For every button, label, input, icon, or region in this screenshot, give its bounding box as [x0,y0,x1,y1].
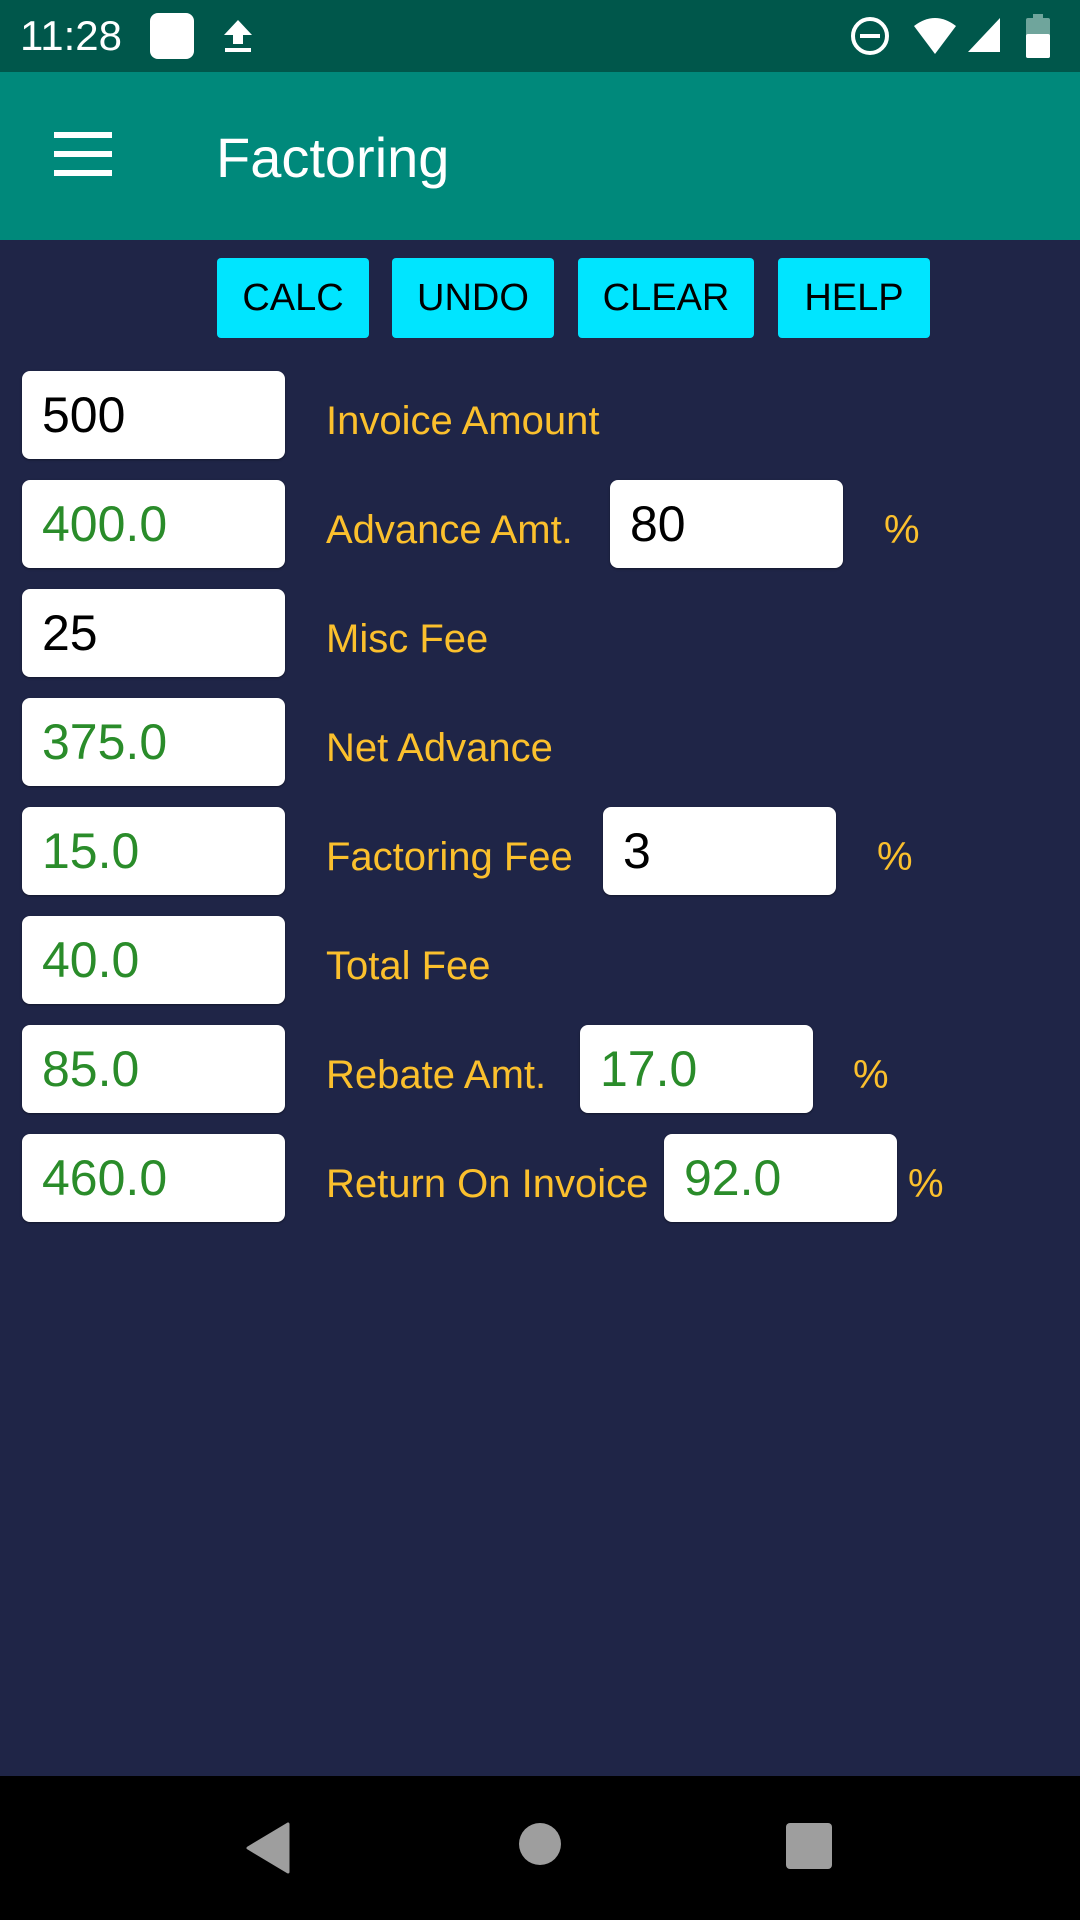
return-percent-field[interactable]: 92.0 [664,1134,897,1222]
advance-amount-label: Advance Amt. [326,508,573,552]
total-fee-label: Total Fee [326,944,491,988]
home-icon[interactable] [518,1822,562,1866]
cell-signal-icon [968,18,1000,52]
do-not-disturb-icon [851,17,889,55]
invoice-amount-label: Invoice Amount [326,399,600,443]
net-advance-label: Net Advance [326,726,553,770]
status-time: 11:28 [20,12,122,59]
upload-icon [224,20,252,52]
total-fee-field[interactable]: 40.0 [22,916,285,1004]
wifi-icon [914,18,956,54]
factoring-fee-percent-sign: % [877,835,913,879]
rebate-amount-label: Rebate Amt. [326,1053,547,1097]
hamburger-menu-icon[interactable] [54,132,112,176]
advance-percent-sign: % [884,508,920,552]
factoring-fee-label: Factoring Fee [326,835,573,879]
factoring-fee-percent-field[interactable]: 3 [603,807,836,895]
misc-fee-label: Misc Fee [326,617,489,661]
app-bar [0,72,1080,240]
invoice-amount-field[interactable]: 500 [22,371,285,459]
page-title: Factoring [216,126,450,189]
help-button[interactable]: HELP [778,258,930,338]
return-on-invoice-label: Return On Invoice [326,1162,649,1206]
navigation-bar [0,1776,1080,1920]
return-percent-sign: % [908,1162,944,1206]
return-on-invoice-field[interactable]: 460.0 [22,1134,285,1222]
rebate-amount-field[interactable]: 85.0 [22,1025,285,1113]
net-advance-field[interactable]: 375.0 [22,698,285,786]
misc-fee-field[interactable]: 25 [22,589,285,677]
advance-amount-field[interactable]: 400.0 [22,480,285,568]
calc-button[interactable]: CALC [217,258,369,338]
advance-percent-field[interactable]: 80 [610,480,843,568]
clear-button[interactable]: CLEAR [578,258,754,338]
recents-icon[interactable] [786,1823,832,1869]
rebate-percent-field[interactable]: 17.0 [580,1025,813,1113]
back-icon[interactable] [244,1822,292,1874]
status-bar: 11:28 [0,0,1080,72]
battery-icon [1026,14,1050,58]
rebate-percent-sign: % [853,1053,889,1097]
undo-button[interactable]: UNDO [392,258,554,338]
factoring-fee-field[interactable]: 15.0 [22,807,285,895]
notification-square-icon [150,13,194,59]
